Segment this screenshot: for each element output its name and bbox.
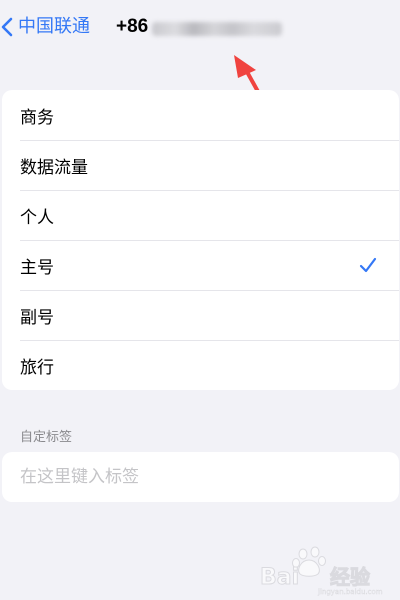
label-option-personal[interactable]: 个人 (2, 190, 399, 240)
label-option-text: 数据流量 (20, 157, 88, 178)
phone-number-prefix: +86 (116, 16, 149, 37)
baidu-jingyan-watermark: Bai 经验 jingyan.baidu.com (260, 546, 383, 596)
back-button[interactable]: 中国联通 (0, 12, 90, 42)
label-option-primary[interactable]: 主号 (2, 240, 399, 290)
back-button-label: 中国联通 (18, 16, 90, 37)
svg-text:经验: 经验 (330, 565, 370, 589)
label-option-text: 主号 (20, 257, 54, 278)
custom-label-header: 自定标签 (20, 430, 73, 445)
checkmark-icon (359, 257, 377, 273)
svg-text:jingyan.baidu.com: jingyan.baidu.com (317, 588, 383, 596)
navigation-bar: 中国联通 +86 (0, 0, 400, 54)
label-options-list: 商务 数据流量 个人 主号 副号 旅行 (2, 90, 399, 390)
svg-text:Bai: Bai (260, 565, 299, 590)
label-option-text: 个人 (20, 207, 54, 228)
chevron-left-icon (1, 17, 13, 37)
label-option-business[interactable]: 商务 (2, 90, 399, 140)
label-option-text: 副号 (20, 307, 54, 328)
custom-label-card (2, 452, 399, 502)
label-option-text: 商务 (20, 107, 54, 128)
label-option-secondary[interactable]: 副号 (2, 290, 399, 340)
custom-label-input[interactable] (20, 452, 380, 502)
label-option-text: 旅行 (20, 357, 54, 378)
label-option-data[interactable]: 数据流量 (2, 140, 399, 190)
page-title: +86 (116, 12, 283, 42)
label-option-travel[interactable]: 旅行 (2, 340, 399, 390)
redacted-phone-number (152, 22, 283, 36)
